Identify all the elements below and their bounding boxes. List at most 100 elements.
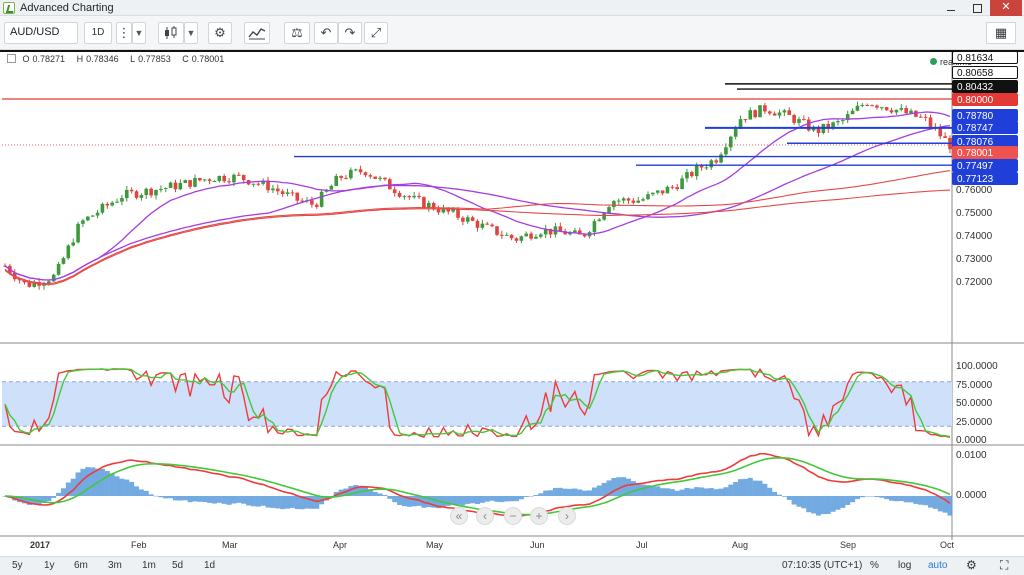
undo-icon[interactable]: ↶ <box>314 22 338 44</box>
candlestick-icon[interactable] <box>158 22 184 44</box>
down-candle <box>339 176 343 178</box>
macd-histogram-bar <box>733 482 739 496</box>
settings-gear-icon[interactable]: ⚙ <box>966 558 977 572</box>
macd-histogram-bar <box>289 496 295 508</box>
up-candle <box>168 182 173 188</box>
period-button-1m[interactable]: 1m <box>142 560 156 571</box>
percent-toggle[interactable]: % <box>870 560 879 571</box>
macd-histogram-bar <box>275 496 281 509</box>
auto-toggle[interactable]: auto <box>928 560 947 571</box>
up-candle <box>271 188 275 191</box>
down-candle <box>392 189 397 194</box>
macd-histogram-bar <box>207 496 213 503</box>
down-candle <box>802 119 806 121</box>
low-value: 0.77853 <box>138 54 171 64</box>
macd-histogram-bar <box>713 489 719 496</box>
close-button[interactable]: ✕ <box>990 0 1022 16</box>
up-candle <box>329 185 334 190</box>
macd-histogram-bar <box>513 496 519 502</box>
close-value: 0.78001 <box>191 54 225 64</box>
macd-histogram-bar <box>577 489 583 496</box>
macd-histogram-bar <box>552 487 558 496</box>
log-toggle[interactable]: log <box>898 560 911 571</box>
macd-histogram-bar <box>699 487 705 496</box>
period-button-3m[interactable]: 3m <box>108 560 122 571</box>
scroll-left-button[interactable]: ‹ <box>476 507 494 525</box>
period-button-1d[interactable]: 1d <box>204 560 215 571</box>
period-button-1y[interactable]: 1y <box>44 560 55 571</box>
down-candle <box>280 191 285 194</box>
compare-scales-icon[interactable]: ⚖ <box>284 22 310 44</box>
period-button-5d[interactable]: 5d <box>172 560 183 571</box>
up-candle <box>646 194 650 200</box>
macd-histogram-bar <box>650 485 656 496</box>
up-candle <box>349 169 353 179</box>
up-candle <box>655 190 660 193</box>
macd-histogram-bar <box>489 496 495 501</box>
chart-background <box>0 50 1024 540</box>
high-label: H <box>76 54 84 64</box>
macd-histogram-bar <box>294 496 300 510</box>
down-candle <box>806 119 811 131</box>
macd-histogram-bar <box>694 487 700 496</box>
macd-histogram-bar <box>567 488 573 496</box>
indicators-icon[interactable] <box>244 22 270 44</box>
down-candle <box>456 209 460 218</box>
up-candle <box>61 258 66 264</box>
macd-histogram-bar <box>932 496 938 509</box>
oscillator-band <box>2 381 952 427</box>
macd-histogram-bar <box>538 493 544 496</box>
zoom-out-button[interactable]: − <box>504 507 522 525</box>
period-button-5y[interactable]: 5y <box>12 560 23 571</box>
up-candle <box>66 245 71 259</box>
down-candle <box>875 105 879 108</box>
up-candle <box>353 169 358 171</box>
down-candle <box>714 160 718 163</box>
macd-histogram-bar <box>226 496 232 505</box>
up-candle <box>378 177 382 179</box>
macd-histogram-bar <box>397 496 403 505</box>
down-candle <box>509 234 514 239</box>
macd-histogram-bar <box>392 496 398 503</box>
macd-histogram-bar <box>723 487 729 496</box>
fullscreen-icon[interactable]: ⤢ <box>364 22 388 44</box>
up-candle <box>183 180 188 183</box>
macd-histogram-bar <box>630 481 636 496</box>
macd-histogram-bar <box>557 487 563 496</box>
chart-area[interactable] <box>0 50 1024 556</box>
zoom-in-button[interactable]: + <box>530 507 548 525</box>
scroll-start-button[interactable]: « <box>450 507 468 525</box>
interval-dropdown-button[interactable]: ▼ <box>132 22 146 44</box>
down-candle <box>383 177 387 180</box>
symbol-input[interactable]: AUD/USD <box>4 22 78 44</box>
macd-histogram-bar <box>172 496 178 501</box>
up-candle <box>758 105 762 118</box>
interval-selector[interactable]: 1D <box>84 22 112 44</box>
macd-histogram-bar <box>806 496 812 513</box>
macd-histogram-bar <box>815 496 821 516</box>
macd-histogram-bar <box>908 496 914 503</box>
settings-gear-icon[interactable]: ⚙ <box>208 22 232 44</box>
macd-histogram-bar <box>674 490 680 496</box>
chart-type-dropdown-button[interactable]: ▼ <box>184 22 198 44</box>
scroll-right-button[interactable]: › <box>558 507 576 525</box>
oscillator-tick-label: 25.0000 <box>956 416 993 428</box>
down-candle <box>865 104 869 106</box>
legend-toggle-checkbox[interactable] <box>7 54 16 63</box>
price-tick-label: 0.72000 <box>956 277 993 288</box>
macd-histogram-bar <box>845 496 851 505</box>
down-candle <box>938 127 943 137</box>
maximize-button[interactable] <box>964 0 990 16</box>
price-tick-label: 0.76000 <box>956 185 993 196</box>
redo-icon[interactable]: ↷ <box>338 22 362 44</box>
up-candle <box>841 120 845 122</box>
price-level-badge: 0.80432 <box>952 80 1018 93</box>
menu-dots-icon[interactable]: ⋮ <box>116 22 132 44</box>
oscillator-tick-label: 0.0000 <box>956 435 987 446</box>
minimize-button[interactable] <box>938 0 964 16</box>
price-level-badge: 0.77497 <box>952 159 1018 172</box>
period-button-6m[interactable]: 6m <box>74 560 88 571</box>
screenshot-icon[interactable]: ⛶ <box>1000 558 1008 573</box>
layout-grid-icon[interactable]: ▦ <box>986 22 1016 44</box>
down-candle <box>241 174 246 181</box>
